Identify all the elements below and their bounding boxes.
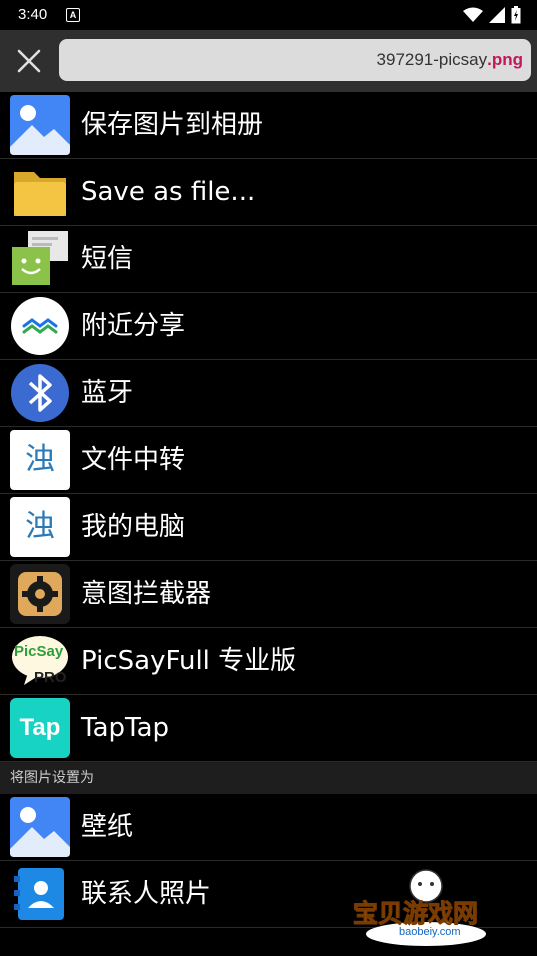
picsay-top-text: PicSay — [14, 643, 64, 660]
share-item-label: 附近分享 — [81, 311, 186, 341]
share-item-label: TapTap — [81, 713, 170, 743]
set-as-label: 联系人照片 — [81, 879, 212, 909]
share-item-label: 短信 — [81, 244, 134, 274]
share-item-taptap[interactable]: Tap TapTap — [0, 695, 537, 762]
share-item-sms[interactable]: 短信 — [0, 226, 537, 293]
wifi-icon — [463, 7, 483, 22]
set-as-wallpaper[interactable]: 壁纸 — [0, 794, 537, 861]
taptap-icon: Tap — [10, 698, 70, 758]
share-item-label: PicSayFull 专业版 — [81, 646, 297, 676]
watermark-url: baobeiy.com — [399, 926, 461, 938]
icon-glyph: 浊 — [25, 509, 55, 544]
gear-icon — [10, 564, 70, 624]
notification-a-icon: A — [66, 8, 80, 22]
file-transfer-icon: 浊 — [10, 430, 70, 490]
filename-extension: .png — [487, 50, 523, 69]
picsay-bottom-text: PRO — [34, 669, 67, 686]
picsay-pro-icon: PicSay PRO — [10, 631, 70, 691]
share-item-save-as-file[interactable]: Save as file... — [0, 159, 537, 226]
signal-icon — [489, 7, 505, 23]
share-item-label: 我的电脑 — [81, 512, 186, 542]
share-item-file-transfer[interactable]: 浊 文件中转 — [0, 427, 537, 494]
filename-base: 397291-picsay — [376, 50, 488, 69]
close-icon[interactable] — [12, 44, 46, 78]
folder-icon — [14, 172, 66, 216]
status-bar: 3:40 A — [0, 0, 537, 30]
share-item-my-computer[interactable]: 浊 我的电脑 — [0, 494, 537, 561]
watermark-logo: 宝贝游戏网 baobeiy.com — [351, 858, 501, 948]
share-header: 397291-picsay.png — [0, 30, 537, 92]
filename-text: 397291-picsay.png — [377, 50, 523, 70]
system-icons — [463, 6, 521, 24]
share-item-label: Save as file... — [81, 177, 256, 207]
battery-icon — [511, 6, 521, 24]
share-item-label: 蓝牙 — [81, 378, 134, 408]
contacts-icon — [14, 868, 64, 920]
share-target-list: 保存图片到相册 Save as file... 短信 附近分享 蓝牙 浊 文件中… — [0, 92, 537, 928]
bluetooth-icon — [11, 364, 69, 422]
messaging-icon — [12, 231, 68, 285]
filename-field: 397291-picsay.png — [59, 39, 531, 81]
gallery-icon — [10, 797, 70, 857]
share-item-intent-interceptor[interactable]: 意图拦截器 — [0, 561, 537, 628]
share-item-label: 意图拦截器 — [81, 579, 212, 609]
share-item-label: 保存图片到相册 — [81, 110, 264, 140]
taptap-icon-text: Tap — [19, 714, 61, 741]
share-item-label: 文件中转 — [81, 445, 186, 475]
watermark-title: 宝贝游戏网 — [352, 899, 479, 929]
share-item-save-to-album[interactable]: 保存图片到相册 — [0, 92, 537, 159]
set-as-label: 壁纸 — [81, 812, 134, 842]
set-as-section-header: 将图片设置为 — [0, 762, 537, 794]
share-item-nearby-share[interactable]: 附近分享 — [0, 293, 537, 360]
my-computer-icon: 浊 — [10, 497, 70, 557]
share-item-picsay-pro[interactable]: PicSay PRO PicSayFull 专业版 — [0, 628, 537, 695]
icon-glyph: 浊 — [25, 442, 55, 477]
status-time: 3:40 — [18, 6, 48, 23]
nearby-share-icon — [11, 297, 69, 355]
share-item-bluetooth[interactable]: 蓝牙 — [0, 360, 537, 427]
gallery-icon — [10, 95, 70, 155]
